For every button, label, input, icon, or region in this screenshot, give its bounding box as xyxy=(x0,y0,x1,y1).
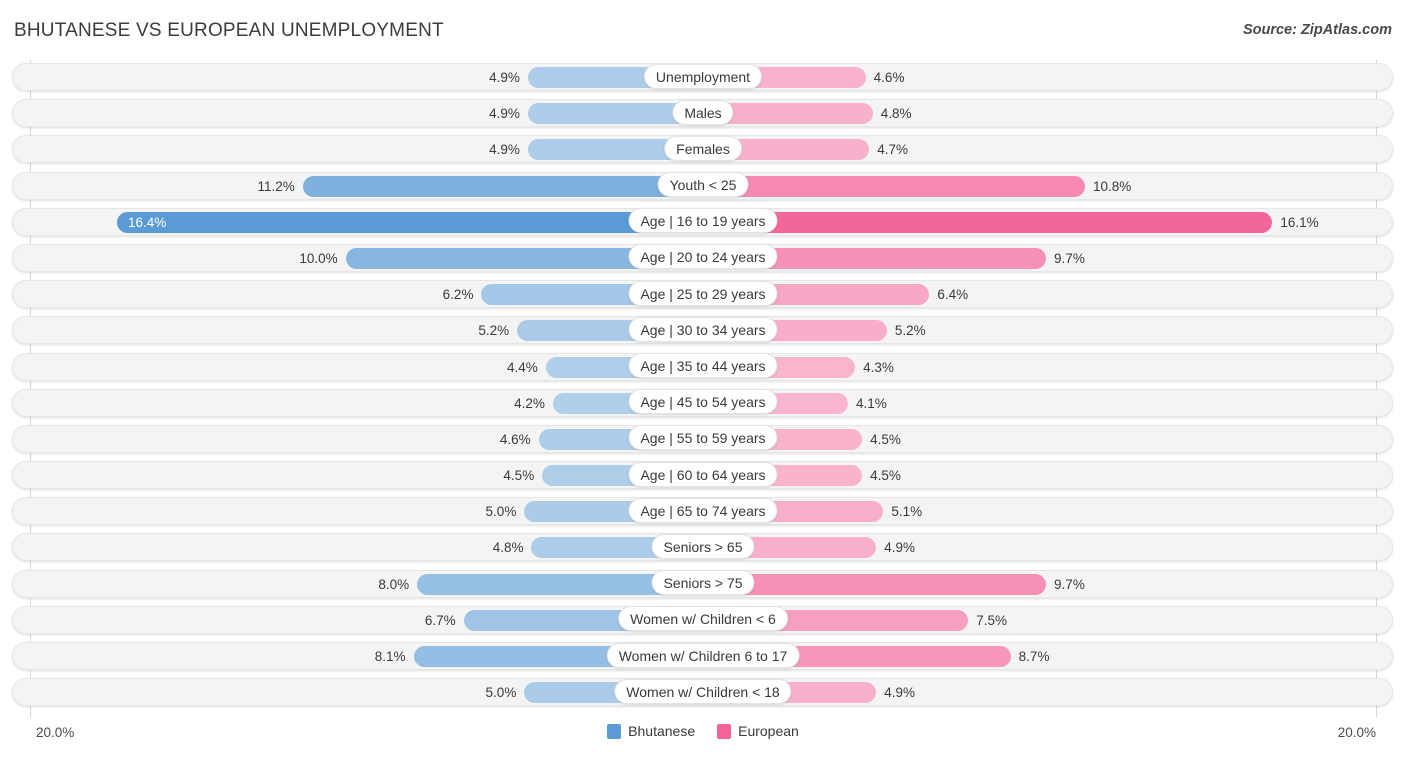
value-label-european: 5.1% xyxy=(891,504,923,520)
value-label-european: 4.5% xyxy=(870,468,901,484)
category-label: Unemployment xyxy=(643,63,763,89)
category-label: Age | 20 to 24 years xyxy=(628,244,778,270)
category-label: Youth < 25 xyxy=(657,172,749,198)
legend-item: Bhutanese xyxy=(607,723,695,739)
bar-row: 4.4% 4.3% Age | 35 to 44 years xyxy=(0,350,1406,386)
value-label-european: 4.7% xyxy=(877,142,908,158)
category-label: Age | 16 to 19 years xyxy=(628,208,778,234)
chart-header: BHUTANESE VS EUROPEAN UNEMPLOYMENT Sourc… xyxy=(0,0,1406,58)
category-label: Age | 55 to 59 years xyxy=(628,425,778,451)
value-label-european: 4.3% xyxy=(863,359,894,375)
legend-swatch-pink xyxy=(717,723,732,739)
value-label-bhutanese: 10.0% xyxy=(299,250,338,266)
category-label: Women w/ Children < 18 xyxy=(614,678,792,704)
value-label-european: 4.6% xyxy=(873,70,905,85)
category-label: Women w/ Children < 6 xyxy=(618,606,788,632)
value-label-european: 5.2% xyxy=(894,323,926,339)
value-label-bhutanese: 4.2% xyxy=(514,395,545,411)
bar-row: 4.6% 4.5% Age | 55 to 59 years xyxy=(0,422,1406,458)
chart-legend: Bhutanese European xyxy=(0,723,1406,739)
bar-row: 4.9% 4.7% Females xyxy=(0,132,1406,168)
category-label: Females xyxy=(664,135,742,161)
category-label: Age | 60 to 64 years xyxy=(628,461,778,487)
value-label-bhutanese: 8.1% xyxy=(374,649,406,664)
bar-row: 8.0% 9.7% Seniors > 75 xyxy=(0,567,1406,603)
page-title: BHUTANESE VS EUROPEAN UNEMPLOYMENT xyxy=(14,20,444,41)
value-label-bhutanese: 4.8% xyxy=(492,540,524,556)
legend-swatch-blue xyxy=(607,723,622,739)
legend-label: European xyxy=(738,723,799,739)
value-label-bhutanese: 4.9% xyxy=(489,70,520,85)
value-label-bhutanese: 6.7% xyxy=(424,612,456,628)
category-label: Age | 35 to 44 years xyxy=(628,353,778,378)
bar-row: 5.0% 4.9% Women w/ Children < 18 xyxy=(0,675,1406,711)
bar-row: 4.9% 4.6% Unemployment xyxy=(0,60,1406,96)
value-label-bhutanese: 4.5% xyxy=(503,468,535,484)
value-label-european: 4.1% xyxy=(856,395,887,411)
category-label: Women w/ Children 6 to 17 xyxy=(606,642,800,668)
bar-european xyxy=(703,573,1047,595)
value-label-european: 4.8% xyxy=(880,106,912,122)
value-label-european: 10.8% xyxy=(1092,178,1132,194)
source-attribution: Source: ZipAtlas.com xyxy=(1242,22,1392,38)
value-label-bhutanese: 11.2% xyxy=(257,178,295,194)
value-label-european: 9.7% xyxy=(1054,250,1085,266)
value-label-bhutanese: 5.0% xyxy=(485,685,517,701)
value-label-bhutanese: 4.4% xyxy=(506,359,538,375)
bar-row: 11.2% 10.8% Youth < 25 xyxy=(0,169,1406,205)
bar-bhutanese xyxy=(117,211,703,233)
legend-item: European xyxy=(717,723,799,739)
bar-european xyxy=(703,211,1273,233)
bar-bhutanese xyxy=(302,175,703,197)
bar-row: 4.9% 4.8% Males xyxy=(0,96,1406,132)
value-label-european: 4.5% xyxy=(870,431,901,447)
value-label-european: 4.9% xyxy=(884,540,916,556)
value-label-european: 4.9% xyxy=(884,685,916,701)
bar-row: 4.5% 4.5% Age | 60 to 64 years xyxy=(0,458,1406,494)
bar-row: 5.0% 5.1% Age | 65 to 74 years xyxy=(0,494,1406,530)
value-label-european: 9.7% xyxy=(1054,576,1085,592)
bar-row: 6.2% 6.4% Age | 25 to 29 years xyxy=(0,277,1406,313)
category-label: Age | 30 to 34 years xyxy=(628,316,778,342)
value-label-european: 6.4% xyxy=(937,287,969,303)
value-label-bhutanese: 5.2% xyxy=(478,323,510,339)
value-label-bhutanese: 4.9% xyxy=(489,142,520,158)
value-label-european: 8.7% xyxy=(1018,649,1050,664)
value-label-european: 7.5% xyxy=(976,612,1008,628)
bar-row: 8.1% 8.7% Women w/ Children 6 to 17 xyxy=(0,639,1406,675)
chart-footer: 20.0% 20.0% Bhutanese European xyxy=(0,719,1406,757)
chart-plot-area: 4.9% 4.6% Unemployment 4.9% 4.8% Males 4.9% 4.7… xyxy=(0,60,1406,720)
category-label: Age | 45 to 54 years xyxy=(628,389,778,415)
legend-label: Bhutanese xyxy=(628,723,696,739)
bar-row: 4.8% 4.9% Seniors > 65 xyxy=(0,530,1406,566)
category-label: Seniors > 65 xyxy=(651,533,755,559)
bar-european xyxy=(703,175,1085,197)
value-label-bhutanese: 8.0% xyxy=(378,576,410,592)
category-label: Age | 25 to 29 years xyxy=(628,280,778,306)
category-label: Males xyxy=(672,99,734,125)
category-label: Seniors > 75 xyxy=(651,570,755,596)
bar-rows-container: 4.9% 4.6% Unemployment 4.9% 4.8% Males 4.9% 4.7… xyxy=(0,60,1406,711)
category-label: Age | 65 to 74 years xyxy=(628,497,778,523)
value-label-bhutanese: 4.9% xyxy=(489,106,520,122)
bar-row: 6.7% 7.5% Women w/ Children < 6 xyxy=(0,603,1406,639)
value-label-european: 16.1% xyxy=(1280,214,1319,230)
value-label-bhutanese: 4.6% xyxy=(499,431,531,447)
value-label-bhutanese: 6.2% xyxy=(442,287,474,303)
bar-row: 16.4% 16.1% Age | 16 to 19 years xyxy=(0,205,1406,241)
bar-row: 4.2% 4.1% Age | 45 to 54 years xyxy=(0,386,1406,422)
bar-row: 10.0% 9.7% Age | 20 to 24 years xyxy=(0,241,1406,277)
value-label-bhutanese: 5.0% xyxy=(485,504,517,520)
bar-row: 5.2% 5.2% Age | 30 to 34 years xyxy=(0,313,1406,349)
value-label-bhutanese: 16.4% xyxy=(128,214,167,230)
